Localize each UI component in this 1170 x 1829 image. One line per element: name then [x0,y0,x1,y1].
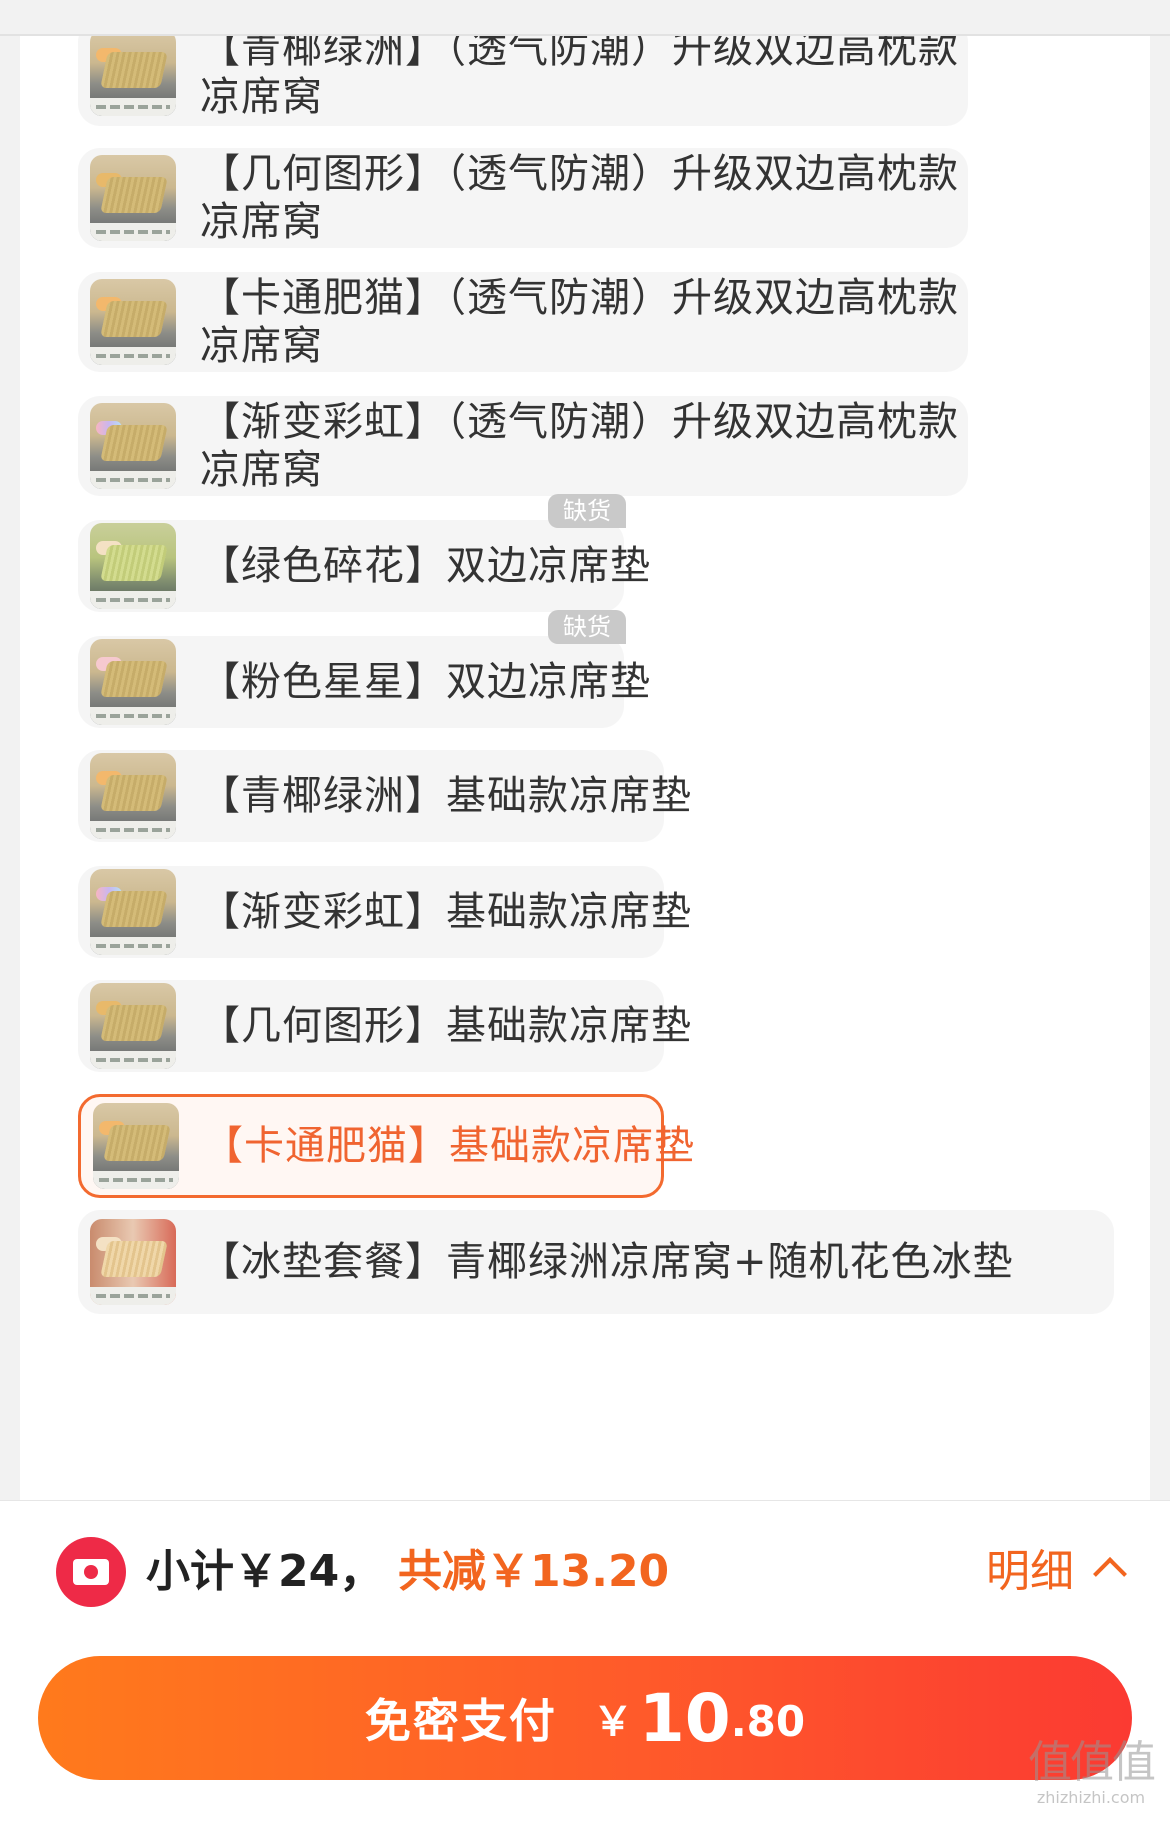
subtotal-text: 小计￥24， [146,1546,384,1597]
sku-option[interactable]: 【青椰绿洲】（透气防潮）升级双边高枕款凉席窝 [78,36,968,126]
sku-option[interactable]: 【青椰绿洲】基础款凉席垫 [78,750,691,842]
sku-option[interactable]: 【渐变彩虹】（透气防潮）升级双边高枕款凉席窝 [78,396,968,496]
checkout-footer: 小计￥24， 共减￥13.20 明细 免密支付 ￥ 10 .80 [0,1500,1170,1829]
sku-option[interactable]: 【卡通肥猫】（透气防潮）升级双边高枕款凉席窝 [78,272,968,372]
watermark-domain: zhizhizhi.com [1036,1788,1146,1807]
chevron-up-icon[interactable] [1093,1557,1127,1591]
pay-button-label: 免密支付 [364,1694,557,1748]
product-thumbnail [90,1219,176,1305]
product-thumbnail [93,1103,179,1189]
discount-text: 共减￥13.20 [398,1546,670,1597]
watermark-brand: 值值值 [1028,1737,1156,1788]
product-thumbnail [90,869,176,955]
product-thumbnail [90,403,176,489]
sku-option-label: 【青椰绿洲】（透气防潮）升级双边高枕款凉席窝 [200,36,959,120]
sku-option-selected[interactable]: 【卡通肥猫】基础款凉席垫 [78,1094,694,1198]
sku-option-label: 【青椰绿洲】基础款凉席垫 [200,773,692,819]
product-thumbnail [90,523,176,609]
sku-option-label: 【粉色星星】双边凉席垫 [200,659,651,705]
sku-option-out-of-stock[interactable]: 【粉色星星】双边凉席垫 缺货 [78,610,650,728]
sku-option[interactable]: 【几何图形】基础款凉席垫 [78,980,691,1072]
sku-option-out-of-stock[interactable]: 【绿色碎花】双边凉席垫 缺货 [78,494,650,612]
pay-amount-decimal: .80 [730,1697,806,1746]
options-panel[interactable]: 【青椰绿洲】（透气防潮）升级双边高枕款凉席窝 【几何图形】（透气防潮）升级双边高… [20,36,1150,1500]
product-thumbnail [90,36,176,116]
sku-option-label: 【冰垫套餐】青椰绿洲凉席窝+随机花色冰垫 [200,1239,1014,1285]
sku-selection-page: 【青椰绿洲】（透气防潮）升级双边高枕款凉席窝 【几何图形】（透气防潮）升级双边高… [0,0,1170,1829]
sku-option-label: 【几何图形】（透气防潮）升级双边高枕款凉席窝 [200,151,959,245]
sku-option-label: 【几何图形】基础款凉席垫 [200,1003,692,1049]
password-free-pay-button[interactable]: 免密支付 ￥ 10 .80 [38,1656,1132,1780]
watermark: 值值值 zhizhizhi.com [1016,1738,1166,1808]
sku-option[interactable]: 【冰垫套餐】青椰绿洲凉席窝+随机花色冰垫 [78,1210,1114,1314]
product-thumbnail [90,753,176,839]
sku-option-label: 【绿色碎花】双边凉席垫 [200,543,651,589]
sku-option-label: 【卡通肥猫】基础款凉席垫 [203,1123,695,1169]
pay-amount-integer: 10 [638,1679,731,1757]
footer-divider [0,1500,1170,1501]
out-of-stock-badge: 缺货 [548,494,626,528]
product-thumbnail [90,639,176,725]
sku-option-label: 【渐变彩虹】基础款凉席垫 [200,889,692,935]
out-of-stock-badge: 缺货 [548,610,626,644]
product-thumbnail [90,983,176,1069]
sku-option[interactable]: 【几何图形】（透气防潮）升级双边高枕款凉席窝 [78,148,968,248]
sku-option-label: 【渐变彩虹】（透气防潮）升级双边高枕款凉席窝 [200,399,959,493]
product-thumbnail [90,155,176,241]
coupon-icon [56,1537,126,1607]
pay-currency-symbol: ￥ [592,1699,633,1745]
product-thumbnail [90,279,176,365]
detail-toggle[interactable]: 明细 [986,1542,1074,1602]
sku-option-label: 【卡通肥猫】（透气防潮）升级双边高枕款凉席窝 [200,275,959,369]
sku-option[interactable]: 【渐变彩虹】基础款凉席垫 [78,866,691,958]
